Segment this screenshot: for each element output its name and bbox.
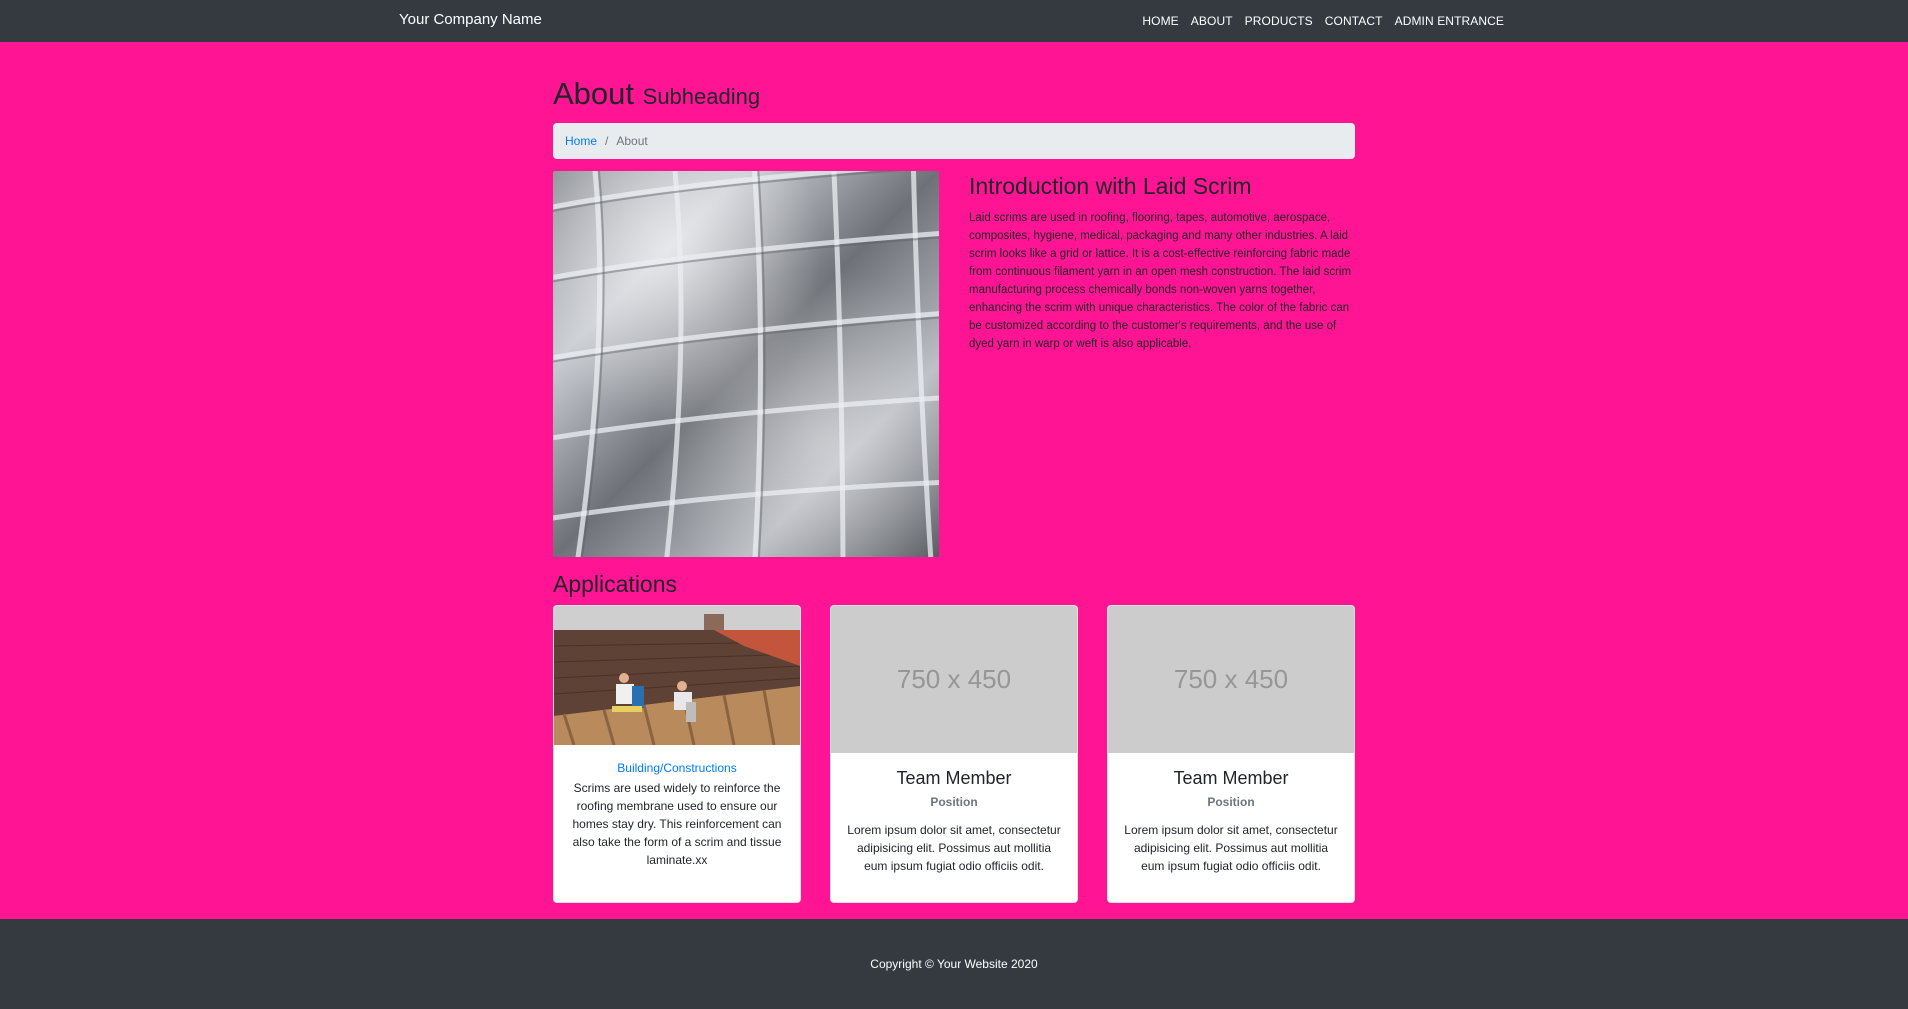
breadcrumb-separator: / — [605, 134, 609, 149]
breadcrumb-current: About — [616, 134, 648, 149]
roofing-workers-image — [554, 605, 800, 745]
nav-products[interactable]: PRODUCTS — [1245, 14, 1313, 28]
nav-about[interactable]: ABOUT — [1191, 14, 1233, 28]
building-constructions-link[interactable]: Building/Constructions — [554, 761, 800, 775]
breadcrumb-home-link[interactable]: Home — [565, 134, 597, 148]
application-card-building: Building/Constructions Scrims are used w… — [553, 604, 801, 903]
brand-link[interactable]: Your Company Name — [399, 11, 542, 28]
card-subtitle: Position — [930, 794, 978, 809]
placeholder-image: 750 x 450 — [1108, 605, 1354, 753]
copyright-text: Copyright © Your Website 2020 — [870, 957, 1038, 971]
nav-contact[interactable]: CONTACT — [1325, 14, 1383, 28]
placeholder-size-label: 750 x 450 — [896, 663, 1012, 694]
nav-admin-entrance[interactable]: ADMIN ENTRANCE — [1395, 14, 1504, 28]
applications-heading: Applications — [553, 571, 678, 598]
main-content: About Subheading Home / About Introducti… — [553, 42, 1355, 905]
page-subtitle: Subheading — [642, 84, 761, 109]
card-subtitle: Position — [1207, 794, 1255, 809]
building-card-text: Scrims are used widely to reinforce the … — [572, 780, 782, 867]
placeholder-size-label: 750 x 450 — [1173, 663, 1289, 694]
card-text: Lorem ipsum dolor sit amet, consectetur … — [1124, 822, 1338, 873]
placeholder-image: 750 x 450 — [831, 605, 1077, 753]
laid-scrim-image — [553, 171, 939, 558]
intro-heading: Introduction with Laid Scrim — [969, 173, 1252, 200]
applications-cards: Building/Constructions Scrims are used w… — [553, 604, 1355, 905]
nav-menu: HOME ABOUT PRODUCTS CONTACT ADMIN ENTRAN… — [1142, 14, 1504, 28]
intro-paragraph: Laid scrims are used in roofing, floorin… — [969, 211, 1352, 350]
page-title: About Subheading — [553, 75, 1355, 112]
team-member-card: 750 x 450 Team Member Position Lorem ips… — [1107, 604, 1355, 903]
page-footer: Copyright © Your Website 2020 — [0, 919, 1908, 1009]
nav-home[interactable]: HOME — [1142, 14, 1178, 28]
card-title: Team Member — [1173, 767, 1289, 788]
page-title-text: About — [553, 76, 635, 111]
top-navbar: Your Company Name HOME ABOUT PRODUCTS CO… — [0, 0, 1908, 42]
breadcrumb: Home / About — [553, 123, 1355, 160]
card-text: Lorem ipsum dolor sit amet, consectetur … — [847, 822, 1061, 873]
intro-section: Introduction with Laid Scrim Laid scrims… — [553, 171, 1355, 558]
card-title: Team Member — [896, 767, 1012, 788]
team-member-card: 750 x 450 Team Member Position Lorem ips… — [830, 604, 1078, 903]
intro-text-block: Introduction with Laid Scrim Laid scrims… — [969, 171, 1355, 353]
